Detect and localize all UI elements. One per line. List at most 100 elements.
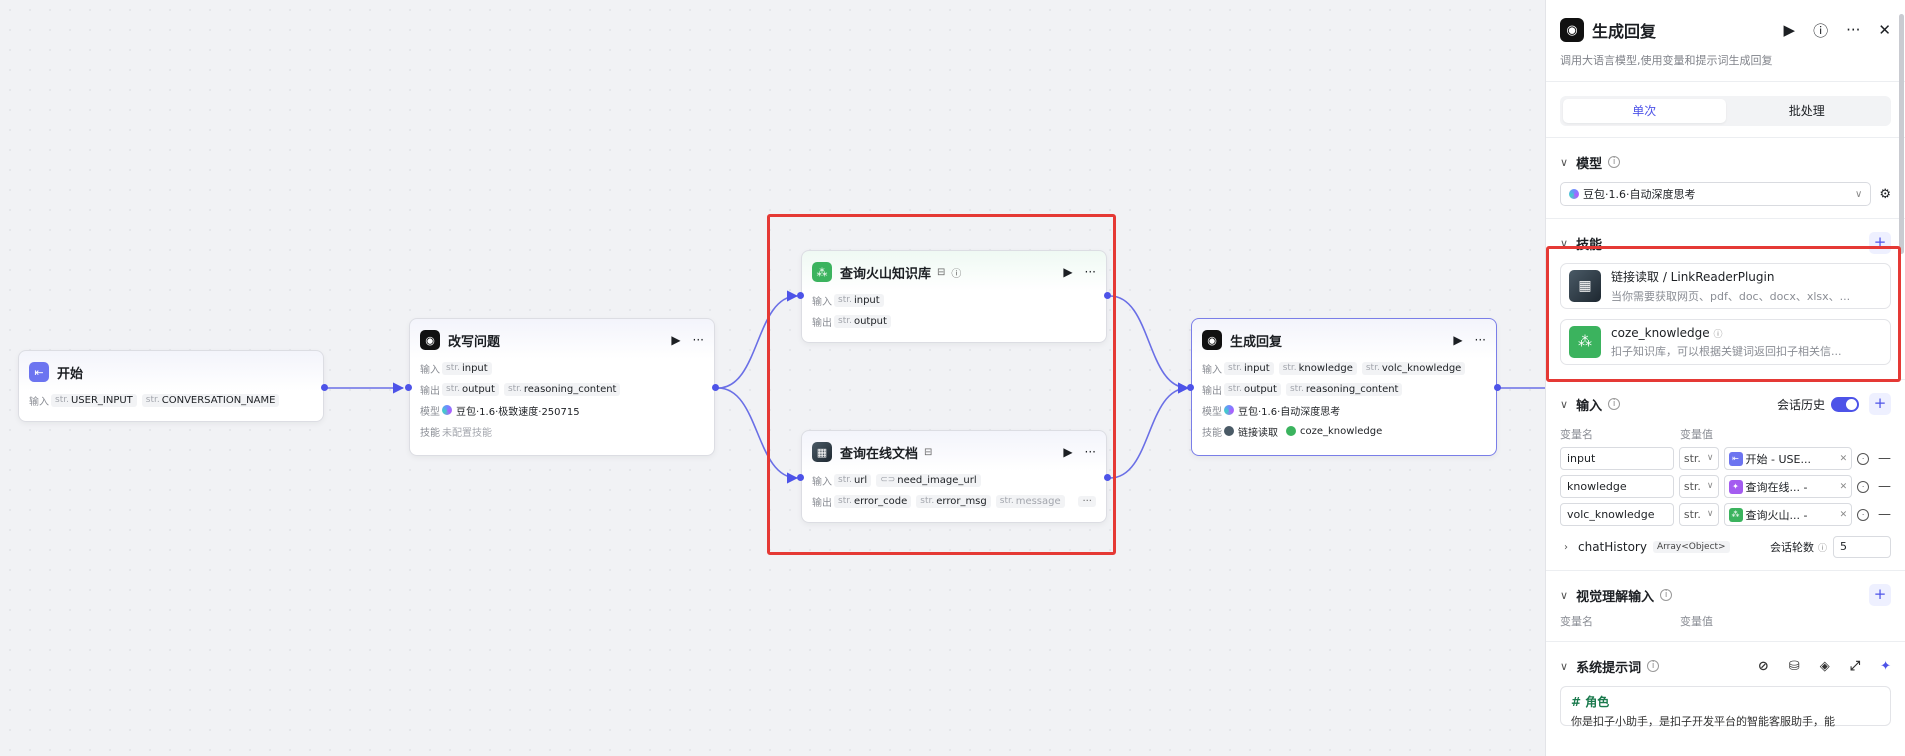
var-tag: str. reasoning_content [1285, 382, 1403, 396]
close-icon: ✕ [1839, 481, 1848, 492]
link-reader-icon [1224, 426, 1234, 436]
close-icon[interactable]: ✕ [1878, 21, 1891, 39]
ai-generate-icon[interactable]: ✦ [1880, 659, 1891, 674]
var-name-input[interactable]: knowledge [1560, 475, 1674, 498]
chevron-right-icon[interactable]: › [1564, 542, 1568, 553]
var-type-select[interactable]: str. ∨ [1678, 503, 1719, 526]
panel-description: 调用大语言模型,使用变量和提示词生成回复 [1560, 54, 1773, 67]
compass-icon[interactable]: ⊘ [1758, 659, 1769, 674]
run-icon[interactable]: ▶ [1063, 445, 1072, 459]
remove-row-button[interactable]: — [1878, 451, 1891, 466]
node-online-doc[interactable]: ▦ 查询在线文档 ⊟ ▶ ··· 输入 str. url ⊂⊃ need_image… [801, 430, 1107, 523]
input-var-row: knowledge str. ∨ ✦ 查询在线... - ✕ · — [1560, 475, 1891, 498]
chevron-down-icon[interactable]: ∨ [1560, 156, 1568, 169]
node-start[interactable]: ⇤ 开始 输入 str. USER_INPUT str. CONVERSATION_… [18, 350, 324, 422]
knowledge-icon: ⁂ [812, 262, 832, 282]
col-var-value: 变量值 [1680, 428, 1713, 441]
more-outputs-button[interactable]: ··· [1078, 495, 1096, 507]
var-tag: str. output [834, 314, 891, 328]
port-doc-in[interactable] [797, 474, 804, 481]
node-rewrite[interactable]: ◉ 改写问题 ▶ ··· 输入 str. input 输出 str. output … [409, 318, 715, 456]
chevron-down-icon[interactable]: ∨ [1560, 589, 1568, 602]
port-rewrite-out[interactable] [712, 384, 719, 391]
var-tag: str. knowledge [1278, 361, 1357, 375]
run-icon[interactable]: ▶ [671, 333, 680, 347]
var-value-ref[interactable]: ⁂ 查询火山... - ✕ [1723, 503, 1853, 526]
info-icon: i [1647, 660, 1660, 672]
input-var-row: volc_knowledge str. ∨ ⁂ 查询火山... - ✕ · — [1560, 503, 1891, 526]
var-tag: str. input [1224, 361, 1274, 375]
port-kb-out[interactable] [1104, 292, 1111, 299]
library-icon[interactable]: ⛁ [1789, 659, 1800, 674]
col-var-name: 变量名 [1560, 428, 1593, 441]
node-generate-reply[interactable]: ◉ 生成回复 ▶ ··· 输入 str. input str. knowledge … [1191, 318, 1497, 456]
var-tag: str. USER_INPUT [51, 393, 137, 407]
history-toggle[interactable] [1831, 396, 1859, 412]
model-select[interactable]: 豆包·1.6·自动深度思考 ∨ [1560, 182, 1872, 206]
remove-row-button[interactable]: — [1878, 479, 1891, 494]
more-icon[interactable]: ··· [1085, 265, 1096, 279]
prompt-body: 你是扣子小助手，是扣子开发平台的智能客服助手，能 [1571, 715, 1835, 728]
model-select-value: 豆包·1.6·自动深度思考 [1583, 188, 1696, 201]
node-volc-kb[interactable]: ⁂ 查询火山知识库 ⊟ ⓘ ▶ ··· 输入 str. input 输出 str.… [801, 250, 1107, 343]
rounds-input[interactable]: 5 [1833, 536, 1891, 558]
system-prompt-editor[interactable]: # 角色 你是扣子小助手，是扣子开发平台的智能客服助手，能 [1560, 686, 1891, 728]
var-value-ref[interactable]: ✦ 查询在线... - ✕ [1723, 475, 1853, 498]
panel-scrollbar[interactable] [1899, 14, 1904, 254]
run-icon[interactable]: ▶ [1063, 265, 1072, 279]
chevron-down-icon[interactable]: ∨ [1560, 398, 1568, 411]
llm-icon: ◉ [420, 330, 440, 350]
setting-circle-icon[interactable]: · [1857, 452, 1870, 465]
port-rewrite-in[interactable] [405, 384, 412, 391]
setting-circle-icon[interactable]: · [1857, 480, 1870, 493]
row-label: 输入 [29, 396, 49, 408]
node-config-panel: ◉ 生成回复 ▶ ⓘ ··· ✕ 调用大语言模型,使用变量和提示词生成回复 单次… [1545, 0, 1905, 756]
skill-card-link-reader[interactable]: ▦ 链接读取 / LinkReaderPlugin 当你需要获取网页、pdf、d… [1560, 263, 1891, 309]
type-badge: Array<Object> [1652, 541, 1730, 553]
var-tag: str. output [1224, 382, 1281, 396]
var-tag: str. error_msg [916, 494, 991, 508]
model-section: ∨ 模型 i 豆包·1.6·自动深度思考 ∨ ⚙ [1546, 138, 1905, 219]
more-icon[interactable]: ··· [1846, 21, 1860, 39]
row-label: 输出 [420, 385, 440, 397]
var-name-input[interactable]: input [1560, 447, 1674, 470]
port-start-out[interactable] [321, 384, 328, 391]
chevron-down-icon[interactable]: ∨ [1560, 237, 1568, 250]
row-label: 输入 [1202, 364, 1222, 376]
var-name-input[interactable]: volc_knowledge [1560, 503, 1674, 526]
add-vision-input-button[interactable]: + [1869, 584, 1891, 606]
toggle-type-icon: ⊂⊃ [880, 475, 896, 485]
skill-card-coze-knowledge[interactable]: ⁂ coze_knowledge ⓘ 扣子知识库，可以根据关键词返回扣子相关信.… [1560, 319, 1891, 365]
remove-row-button[interactable]: — [1878, 507, 1891, 522]
var-tag: str. input [442, 361, 492, 375]
database-icon: ⊟ [937, 266, 946, 278]
help-icon[interactable]: ⓘ [1813, 20, 1828, 41]
more-icon[interactable]: ··· [693, 333, 704, 347]
optimize-icon[interactable]: ◈ [1820, 659, 1830, 674]
run-icon[interactable]: ▶ [1784, 21, 1796, 39]
port-kb-in[interactable] [797, 292, 804, 299]
more-icon[interactable]: ··· [1475, 333, 1486, 347]
info-icon: ⓘ [951, 268, 962, 280]
plugin-icon: ⊟ [924, 446, 933, 458]
workflow-canvas[interactable]: ⇤ 开始 输入 str. USER_INPUT str. CONVERSATION_… [0, 0, 1545, 756]
panel-title: 生成回复 [1592, 22, 1657, 41]
tab-batch[interactable]: 批处理 [1726, 99, 1889, 123]
add-input-button[interactable]: + [1869, 393, 1891, 415]
var-type-select[interactable]: str. ∨ [1678, 447, 1719, 470]
port-doc-out[interactable] [1104, 474, 1111, 481]
prompt-heading: # 角色 [1571, 695, 1610, 709]
col-var-value: 变量值 [1680, 615, 1713, 628]
port-reply-out[interactable] [1494, 384, 1501, 391]
tab-single[interactable]: 单次 [1563, 99, 1726, 123]
add-skill-button[interactable]: + [1869, 232, 1891, 254]
more-icon[interactable]: ··· [1085, 445, 1096, 459]
expand-icon[interactable]: ⤢ [1850, 659, 1860, 674]
gear-icon[interactable]: ⚙ [1879, 187, 1891, 202]
port-reply-in[interactable] [1187, 384, 1194, 391]
run-icon[interactable]: ▶ [1453, 333, 1462, 347]
chevron-down-icon[interactable]: ∨ [1560, 660, 1568, 673]
var-type-select[interactable]: str. ∨ [1678, 475, 1719, 498]
var-value-ref[interactable]: ⇤ 开始 - USE... ✕ [1723, 447, 1853, 470]
setting-circle-icon[interactable]: · [1857, 508, 1870, 521]
